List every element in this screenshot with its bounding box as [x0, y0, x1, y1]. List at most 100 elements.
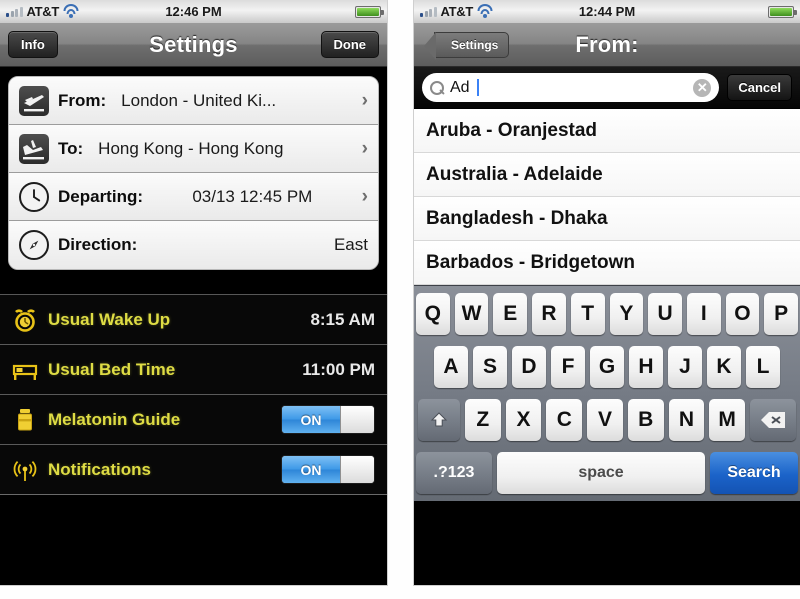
row-usual-wake-up-value: 8:15 AM	[310, 309, 375, 329]
chevron-right-icon: ›	[361, 138, 368, 159]
search-icon	[430, 80, 444, 95]
key-z[interactable]: Z	[464, 399, 501, 441]
row-usual-bed-time-label: Usual Bed Time	[48, 359, 176, 379]
keyboard-row-2: A S D F G H J K L	[416, 346, 798, 388]
keyboard-row-4: .?123 space Search	[416, 452, 798, 494]
toggle-on-label: ON	[282, 406, 340, 433]
right-phone-from-search-screen: AT&T 12:44 PM Settings From: Ad ✕ Cancel…	[413, 0, 800, 586]
key-f[interactable]: F	[551, 346, 585, 388]
left-nav-bar: Info Settings Done	[0, 23, 387, 67]
list-item[interactable]: Aruba - Oranjestad	[414, 109, 800, 153]
toggle-knob[interactable]	[340, 456, 374, 483]
clock-icon	[19, 181, 49, 212]
row-direction: Direction: East	[9, 221, 378, 269]
key-m[interactable]: M	[709, 399, 746, 441]
list-item[interactable]: Barbados - Bridgetown	[414, 241, 800, 285]
text-caret	[476, 79, 479, 96]
space-key[interactable]: space	[497, 452, 705, 494]
key-n[interactable]: N	[668, 399, 705, 441]
search-bar: Ad ✕ Cancel	[414, 67, 800, 109]
numbers-mode-key[interactable]: .?123	[416, 452, 492, 494]
back-to-settings-button[interactable]: Settings	[423, 31, 510, 60]
alarm-clock-icon	[12, 306, 38, 334]
done-button[interactable]: Done	[320, 31, 379, 58]
key-u[interactable]: U	[648, 293, 682, 335]
shift-icon[interactable]	[417, 399, 460, 441]
chevron-right-icon: ›	[361, 186, 368, 207]
row-to-label: To:	[58, 138, 84, 158]
toggle-knob[interactable]	[340, 406, 374, 433]
right-nav-bar: Settings From:	[414, 23, 800, 67]
key-v[interactable]: V	[587, 399, 623, 441]
key-l[interactable]: L	[746, 346, 780, 388]
key-j[interactable]: J	[668, 346, 702, 388]
compass-icon	[19, 230, 49, 260]
row-departing-label: Departing:	[58, 186, 143, 206]
row-usual-wake-up[interactable]: Usual Wake Up 8:15 AM	[0, 295, 387, 345]
key-e[interactable]: E	[493, 293, 528, 335]
keyboard-row-3: Z X C V B N M	[416, 399, 798, 441]
toggle-on-label: ON	[282, 456, 340, 483]
row-from-label: From:	[58, 90, 107, 110]
key-c[interactable]: C	[546, 399, 583, 441]
row-to[interactable]: To: Hong Kong - Hong Kong ›	[9, 125, 378, 173]
screenshot-root: AT&T 12:46 PM Info Settings Done From: L…	[0, 0, 800, 599]
key-i[interactable]: I	[686, 293, 721, 335]
cancel-button[interactable]: Cancel	[727, 74, 792, 101]
key-p[interactable]: P	[764, 293, 799, 335]
key-q[interactable]: Q	[415, 293, 450, 335]
settings-body: From: London - United Ki... › To: Hong K…	[0, 76, 387, 585]
search-input[interactable]: Ad ✕	[422, 73, 720, 102]
notifications-toggle[interactable]: ON	[281, 455, 375, 484]
key-t[interactable]: T	[570, 293, 605, 335]
row-notifications[interactable]: Notifications ON	[0, 445, 387, 495]
row-usual-bed-time[interactable]: Usual Bed Time 11:00 PM	[0, 345, 387, 395]
search-input-value: Ad	[450, 78, 470, 96]
key-x[interactable]: X	[505, 399, 542, 441]
row-to-value: Hong Kong - Hong Kong	[98, 138, 284, 158]
search-action-key[interactable]: Search	[710, 452, 798, 494]
key-r[interactable]: R	[532, 293, 566, 335]
row-from[interactable]: From: London - United Ki... ›	[9, 77, 378, 125]
list-item[interactable]: Bangladesh - Dhaka	[414, 197, 800, 241]
onscreen-keyboard: Q W E R T Y U I O P A S D F G H J K L Z …	[414, 285, 800, 501]
row-melatonin-guide[interactable]: Melatonin Guide ON	[0, 395, 387, 445]
key-s[interactable]: S	[473, 346, 507, 388]
key-b[interactable]: B	[627, 399, 664, 441]
broadcast-icon	[12, 456, 38, 484]
key-o[interactable]: O	[725, 293, 760, 335]
row-notifications-label: Notifications	[48, 459, 151, 479]
search-results-list: Aruba - Oranjestad Australia - Adelaide …	[414, 109, 800, 285]
info-button[interactable]: Info	[8, 31, 58, 58]
keyboard-row-1: Q W E R T Y U I O P	[415, 293, 799, 335]
row-direction-label: Direction:	[58, 235, 138, 254]
status-right-group	[768, 5, 797, 18]
row-usual-wake-up-label: Usual Wake Up	[48, 309, 171, 329]
status-right-group	[355, 5, 384, 18]
row-departing[interactable]: Departing: 03/13 12:45 PM ›	[9, 173, 378, 221]
clear-circle-icon[interactable]: ✕	[693, 78, 712, 97]
status-clock: 12:44 PM	[578, 4, 636, 19]
airplane-landing-icon	[19, 133, 49, 164]
key-g[interactable]: G	[590, 346, 624, 388]
melatonin-guide-toggle[interactable]: ON	[281, 405, 375, 434]
battery-icon	[355, 5, 384, 18]
row-direction-value: East	[333, 235, 368, 254]
key-k[interactable]: K	[707, 346, 741, 388]
left-phone-settings-screen: AT&T 12:46 PM Info Settings Done From: L…	[0, 0, 388, 586]
key-d[interactable]: D	[512, 346, 546, 388]
delete-backspace-icon[interactable]	[750, 399, 797, 441]
preferences-section: Usual Wake Up 8:15 AM Usual Bed Time 11:…	[0, 294, 387, 495]
key-a[interactable]: A	[434, 346, 468, 388]
row-usual-bed-time-value: 11:00 PM	[302, 359, 375, 379]
airplane-takeoff-icon	[19, 85, 49, 116]
list-item[interactable]: Australia - Adelaide	[414, 153, 800, 197]
status-clock: 12:46 PM	[165, 4, 222, 19]
trip-settings-card: From: London - United Ki... › To: Hong K…	[8, 76, 379, 270]
left-status-bar: AT&T 12:46 PM	[0, 0, 387, 23]
key-y[interactable]: Y	[609, 293, 644, 335]
row-departing-value: 03/13 12:45 PM	[192, 186, 313, 206]
key-h[interactable]: H	[629, 346, 663, 388]
row-from-value: London - United Ki...	[121, 90, 277, 110]
key-w[interactable]: W	[454, 293, 489, 335]
